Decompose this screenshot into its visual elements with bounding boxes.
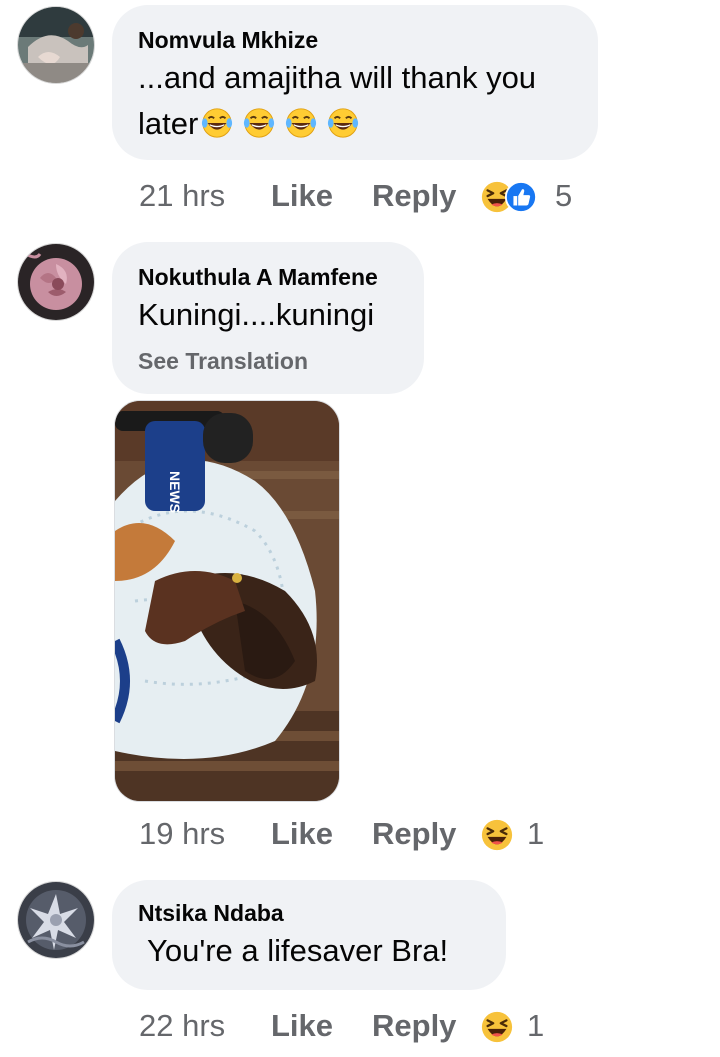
reaction-count: 1 xyxy=(527,1008,545,1043)
reaction-count: 5 xyxy=(555,178,573,213)
laughing-tears-emoji-icon xyxy=(284,106,318,140)
svg-text:NEWS: NEWS xyxy=(167,471,183,513)
haha-reaction-icon xyxy=(480,1010,514,1044)
comment-text-line-1: ...and amajitha will thank you xyxy=(138,60,537,95)
avatar[interactable] xyxy=(17,243,95,321)
reply-button[interactable]: Reply xyxy=(372,1006,456,1046)
comment-bubble: Nomvula Mkhize ...and amajitha will than… xyxy=(112,5,598,160)
like-button[interactable]: Like xyxy=(271,176,333,216)
comment-attached-photo[interactable]: NEWS xyxy=(114,400,340,802)
comment-author[interactable]: Nomvula Mkhize xyxy=(138,27,318,54)
reply-button[interactable]: Reply xyxy=(372,176,456,216)
comment-bubble: Ntsika Ndaba You're a lifesaver Bra! xyxy=(112,880,506,990)
like-button[interactable]: Like xyxy=(271,1006,333,1046)
comment-text-line-2-text: later xyxy=(138,106,199,141)
see-translation-link[interactable]: See Translation xyxy=(138,348,308,375)
comment-text: You're a lifesaver Bra! xyxy=(147,933,449,968)
laughing-tears-emoji-icon xyxy=(242,106,276,140)
reaction-count: 1 xyxy=(527,816,545,851)
like-button[interactable]: Like xyxy=(271,814,333,854)
comment-author[interactable]: Ntsika Ndaba xyxy=(138,900,284,927)
laughing-tears-emoji-icon xyxy=(200,106,234,140)
comment-bubble: Nokuthula A Mamfene Kuningi....kuningi S… xyxy=(112,242,424,394)
like-reaction-icon xyxy=(504,180,538,214)
comment-timestamp[interactable]: 21 hrs xyxy=(139,176,225,216)
laughing-tears-emoji-icon xyxy=(326,106,360,140)
reply-button[interactable]: Reply xyxy=(372,814,456,854)
comment-author[interactable]: Nokuthula A Mamfene xyxy=(138,264,378,291)
comment-text-line-2: later xyxy=(138,101,360,147)
avatar[interactable] xyxy=(17,6,95,84)
comment-timestamp[interactable]: 22 hrs xyxy=(139,1006,225,1046)
haha-reaction-icon xyxy=(480,818,514,852)
comment-timestamp[interactable]: 19 hrs xyxy=(139,814,225,854)
comment-text: Kuningi....kuningi xyxy=(138,297,375,332)
avatar[interactable] xyxy=(17,881,95,959)
